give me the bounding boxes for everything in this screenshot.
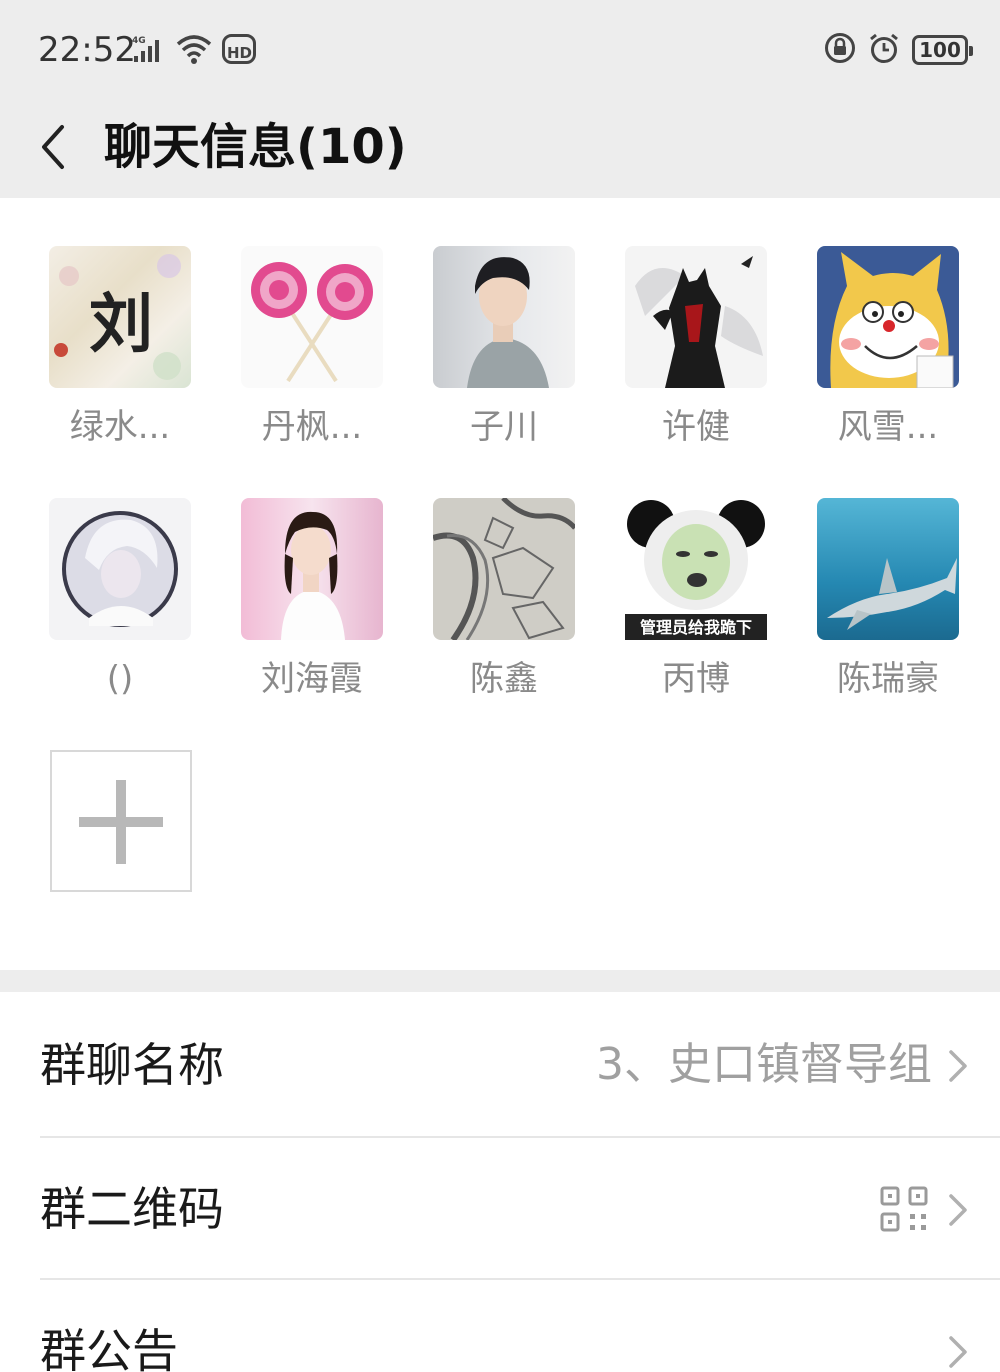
chevron-right-icon (949, 1194, 967, 1226)
hd-label: HD (227, 44, 252, 62)
member-item[interactable]: 风雪... (792, 246, 984, 466)
group-name-label: 群聊名称 (40, 1038, 224, 1092)
group-notice-row[interactable]: 群公告 (0, 1280, 1000, 1372)
member-avatar[interactable] (817, 246, 959, 388)
member-avatar[interactable] (817, 498, 959, 640)
member-name: 绿水... (69, 407, 171, 447)
lock-icon (824, 32, 856, 68)
nav-bar: 聊天信息(10) (0, 100, 1000, 198)
alarm-icon (868, 32, 900, 68)
member-name: () (106, 659, 134, 699)
status-right-icons: 100 (824, 32, 973, 68)
member-name: 子川 (470, 407, 538, 447)
status-left-icons: 4G HD (132, 34, 256, 68)
member-avatar[interactable]: 管理员给我跪下 (625, 498, 767, 640)
member-avatar[interactable] (49, 498, 191, 640)
member-item[interactable]: 丹枫... (216, 246, 408, 466)
network-label: 4G (132, 36, 146, 46)
add-member-button[interactable] (50, 750, 192, 892)
member-item[interactable]: 刘海霞 (216, 498, 408, 718)
group-name-value: 3、史口镇督导组 (596, 1039, 932, 1090)
member-name: 许健 (662, 407, 730, 447)
member-avatar[interactable] (625, 246, 767, 388)
member-name: 刘海霞 (261, 659, 363, 699)
back-arrow-icon (42, 125, 64, 169)
qr-code-icon (880, 1186, 928, 1232)
member-item[interactable]: 管理员给我跪下 丙博 (600, 498, 792, 718)
back-button[interactable] (30, 112, 74, 182)
status-bar: 22:52 4G HD 100 (0, 0, 1000, 100)
member-name: 丹枫... (261, 407, 363, 447)
member-avatar[interactable] (433, 498, 575, 640)
member-item[interactable]: 子川 (408, 246, 600, 466)
signal-icon: 4G (132, 34, 166, 68)
member-item[interactable]: 刘 绿水... (24, 246, 216, 466)
page-title: 聊天信息(10) (104, 119, 407, 175)
member-item[interactable]: 许健 (600, 246, 792, 466)
hd-icon: HD (222, 34, 256, 68)
member-name: 陈鑫 (470, 659, 538, 699)
member-avatar[interactable] (433, 246, 575, 388)
group-qr-row[interactable]: 群二维码 (0, 1138, 1000, 1280)
member-avatar[interactable]: 刘 (49, 246, 191, 388)
member-avatar[interactable] (241, 498, 383, 640)
status-time: 22:52 (38, 30, 136, 70)
member-item[interactable]: () (24, 498, 216, 718)
member-item[interactable]: 陈瑞豪 (792, 498, 984, 718)
member-name: 丙博 (662, 659, 730, 699)
chevron-right-icon (949, 1336, 967, 1368)
member-item[interactable]: 陈鑫 (408, 498, 600, 718)
plus-icon (79, 780, 163, 864)
group-notice-label: 群公告 (40, 1324, 178, 1372)
member-name: 风雪... (837, 407, 939, 447)
member-avatar[interactable] (241, 246, 383, 388)
member-name: 陈瑞豪 (837, 659, 939, 699)
member-grid: 刘 绿水... 丹枫... 子川 许健 风雪... () 刘海霞 陈鑫 管理员给… (0, 198, 1000, 970)
battery-icon: 100 (912, 35, 973, 65)
member-avatar-text: 刘 (89, 287, 153, 362)
group-qr-label: 群二维码 (40, 1182, 224, 1236)
chevron-right-icon (949, 1050, 967, 1082)
section-divider (0, 970, 1000, 992)
member-avatar-text: 管理员给我跪下 (640, 618, 752, 637)
wifi-icon (176, 34, 212, 68)
group-name-row[interactable]: 群聊名称 3、史口镇督导组 (0, 994, 1000, 1136)
